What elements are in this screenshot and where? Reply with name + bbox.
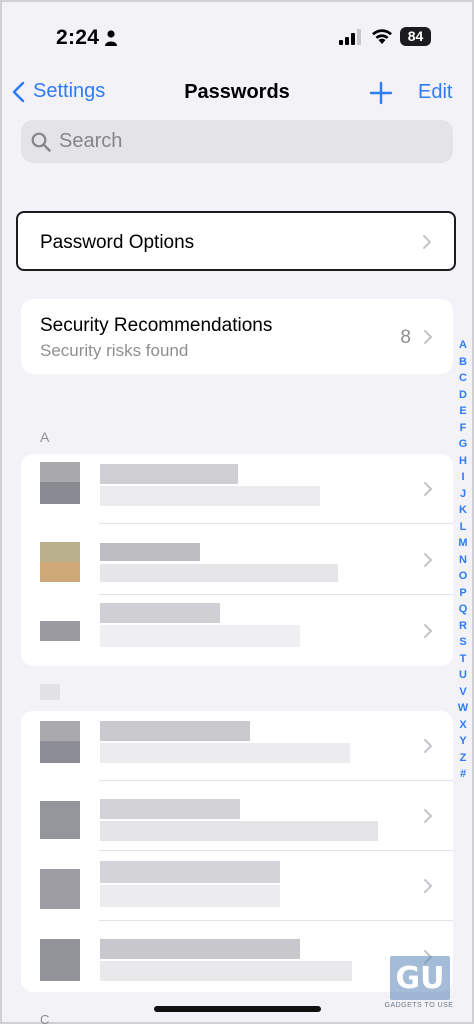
blurred-site-icon [40, 741, 80, 763]
password-list-b [21, 711, 453, 992]
gadgets-to-use-watermark: GU GADGETS TO USE [380, 956, 458, 1014]
page-title: Passwords [184, 81, 290, 103]
search-bar[interactable] [21, 120, 453, 163]
blurred-site-name [100, 543, 200, 561]
index-letter[interactable]: T [456, 651, 470, 668]
index-letter[interactable]: G [456, 436, 470, 453]
index-letter[interactable]: P [456, 585, 470, 602]
chevron-right-icon [424, 624, 432, 638]
chevron-right-icon [424, 330, 432, 344]
blurred-site-icon [40, 939, 80, 981]
chevron-right-icon [424, 809, 432, 823]
blurred-username [100, 743, 350, 763]
blurred-site-name [100, 721, 250, 741]
security-recommendations-subtitle: Security risks found [40, 341, 189, 360]
index-letter[interactable]: E [456, 403, 470, 420]
password-list-a [21, 454, 453, 666]
search-input[interactable] [59, 130, 419, 153]
battery-indicator: 84 [400, 27, 431, 46]
index-letter[interactable]: R [456, 618, 470, 635]
index-letter[interactable]: U [456, 667, 470, 684]
password-list-item[interactable] [21, 851, 453, 921]
password-list-item[interactable] [21, 711, 453, 781]
section-header-c: C [40, 1012, 50, 1024]
security-risk-count: 8 [400, 327, 411, 348]
watermark-logo: GU [390, 956, 450, 1000]
index-letter[interactable]: Q [456, 601, 470, 618]
watermark-text: GADGETS TO USE [384, 1002, 454, 1009]
chevron-right-icon [423, 235, 431, 249]
person-icon [105, 30, 117, 46]
blurred-username [100, 486, 320, 506]
index-letter[interactable]: L [456, 519, 470, 536]
blurred-site-icon [40, 869, 80, 909]
blurred-site-name [100, 861, 280, 883]
index-letter[interactable]: M [456, 535, 470, 552]
blurred-site-name [100, 603, 220, 623]
blurred-section-header [40, 684, 60, 700]
blurred-site-icon [40, 482, 80, 504]
blurred-site-icon [40, 801, 80, 839]
password-list-item[interactable] [21, 454, 453, 524]
password-list-item[interactable] [21, 781, 453, 851]
blurred-username [100, 885, 280, 907]
index-letter[interactable]: H [456, 453, 470, 470]
chevron-right-icon [424, 553, 432, 567]
index-letter[interactable]: # [456, 766, 470, 783]
blurred-site-name [100, 939, 300, 959]
index-letter[interactable]: C [456, 370, 470, 387]
password-list-item[interactable] [21, 524, 453, 595]
blurred-site-name [100, 464, 238, 484]
index-letter[interactable]: Z [456, 750, 470, 767]
blurred-site-icon [40, 621, 80, 641]
chevron-right-icon [424, 739, 432, 753]
alphabet-index[interactable]: A B C D E F G H I J K L M N O P Q R S T U V W X Y Z # [456, 337, 470, 783]
cellular-signal-icon [339, 29, 361, 45]
index-letter[interactable]: J [456, 486, 470, 503]
index-letter[interactable]: S [456, 634, 470, 651]
security-recommendations-row[interactable]: Security Recommendations Security risks … [21, 299, 453, 374]
section-header-a: A [40, 429, 50, 445]
index-letter[interactable]: B [456, 354, 470, 371]
wifi-icon [372, 29, 392, 44]
index-letter[interactable]: Y [456, 733, 470, 750]
index-letter[interactable]: A [456, 337, 470, 354]
chevron-right-icon [424, 879, 432, 893]
home-indicator[interactable] [154, 1006, 321, 1012]
add-password-button[interactable] [369, 81, 393, 105]
security-recommendations-title: Security Recommendations [40, 315, 273, 336]
index-letter[interactable]: F [456, 420, 470, 437]
index-letter[interactable]: I [456, 469, 470, 486]
edit-button[interactable]: Edit [418, 81, 452, 104]
blurred-username [100, 961, 352, 981]
blurred-site-icon [40, 721, 80, 741]
blurred-username [100, 821, 378, 841]
status-time: 2:24 [56, 26, 100, 49]
index-letter[interactable]: V [456, 684, 470, 701]
blurred-username [100, 564, 338, 582]
blurred-site-icon [40, 562, 80, 582]
chevron-right-icon [424, 482, 432, 496]
index-letter[interactable]: D [456, 387, 470, 404]
index-letter[interactable]: K [456, 502, 470, 519]
password-options-row[interactable]: Password Options [16, 211, 456, 271]
index-letter[interactable]: X [456, 717, 470, 734]
search-icon [31, 132, 51, 152]
index-letter[interactable]: N [456, 552, 470, 569]
index-letter[interactable]: W [456, 700, 470, 717]
password-list-item[interactable] [21, 595, 453, 666]
blurred-username [100, 625, 300, 647]
password-options-label: Password Options [40, 232, 195, 253]
blurred-site-icon [40, 462, 80, 482]
blurred-site-icon [40, 542, 80, 562]
index-letter[interactable]: O [456, 568, 470, 585]
blurred-site-name [100, 799, 240, 819]
